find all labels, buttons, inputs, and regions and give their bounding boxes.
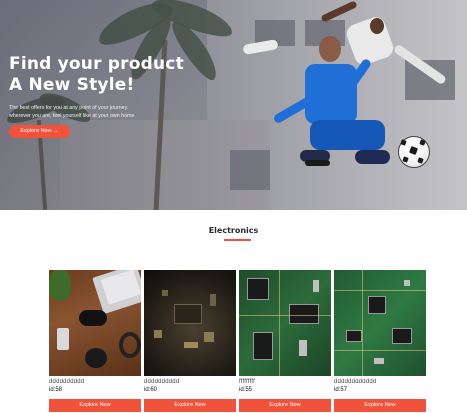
product-image[interactable] <box>144 270 236 376</box>
hero-subtitle-line-2: wherever you are, feel yourself like at … <box>9 113 135 119</box>
product-name: dddddddddd <box>49 379 85 385</box>
product-name: dddddddddddd <box>334 379 377 385</box>
product-card[interactable]: dddddddddd id:58 Explore Now <box>49 270 141 413</box>
product-name: fffffffff <box>239 379 255 385</box>
section-title-underline <box>224 239 251 241</box>
product-image[interactable] <box>334 270 426 376</box>
hero-title-line-1: Find your product <box>9 54 184 74</box>
product-explore-button[interactable]: Explore Now <box>49 399 141 412</box>
product-image[interactable] <box>49 270 141 376</box>
product-id: id:58 <box>49 387 63 393</box>
soccer-ball <box>398 136 430 168</box>
product-explore-button[interactable]: Explore Now <box>144 399 236 412</box>
product-card[interactable]: dddddddddddd id:57 Explore Now <box>334 270 426 413</box>
product-image[interactable] <box>239 270 331 376</box>
hero-banner: Find your product A New Style! The best … <box>0 0 467 210</box>
hero-subtitle: The best offers for you at any point of … <box>9 104 179 120</box>
product-explore-button[interactable]: Explore Now <box>334 399 426 412</box>
section-title: Electronics <box>208 226 259 235</box>
hero-subtitle-line-1: The best offers for you at any point of … <box>9 105 129 111</box>
product-id: id:55 <box>239 387 253 393</box>
product-id: id:60 <box>144 387 158 393</box>
hero-title: Find your product A New Style! <box>9 54 184 96</box>
hero-explore-button[interactable]: Explore Now → <box>9 125 70 138</box>
product-name: dddddddddd <box>144 379 180 385</box>
product-card[interactable]: fffffffff id:55 Explore Now <box>239 270 331 413</box>
product-id: id:57 <box>334 387 348 393</box>
hero-title-line-2: A New Style! <box>9 75 135 95</box>
product-card[interactable]: dddddddddd id:60 Explore Now <box>144 270 236 413</box>
product-explore-button[interactable]: Explore Now <box>239 399 331 412</box>
